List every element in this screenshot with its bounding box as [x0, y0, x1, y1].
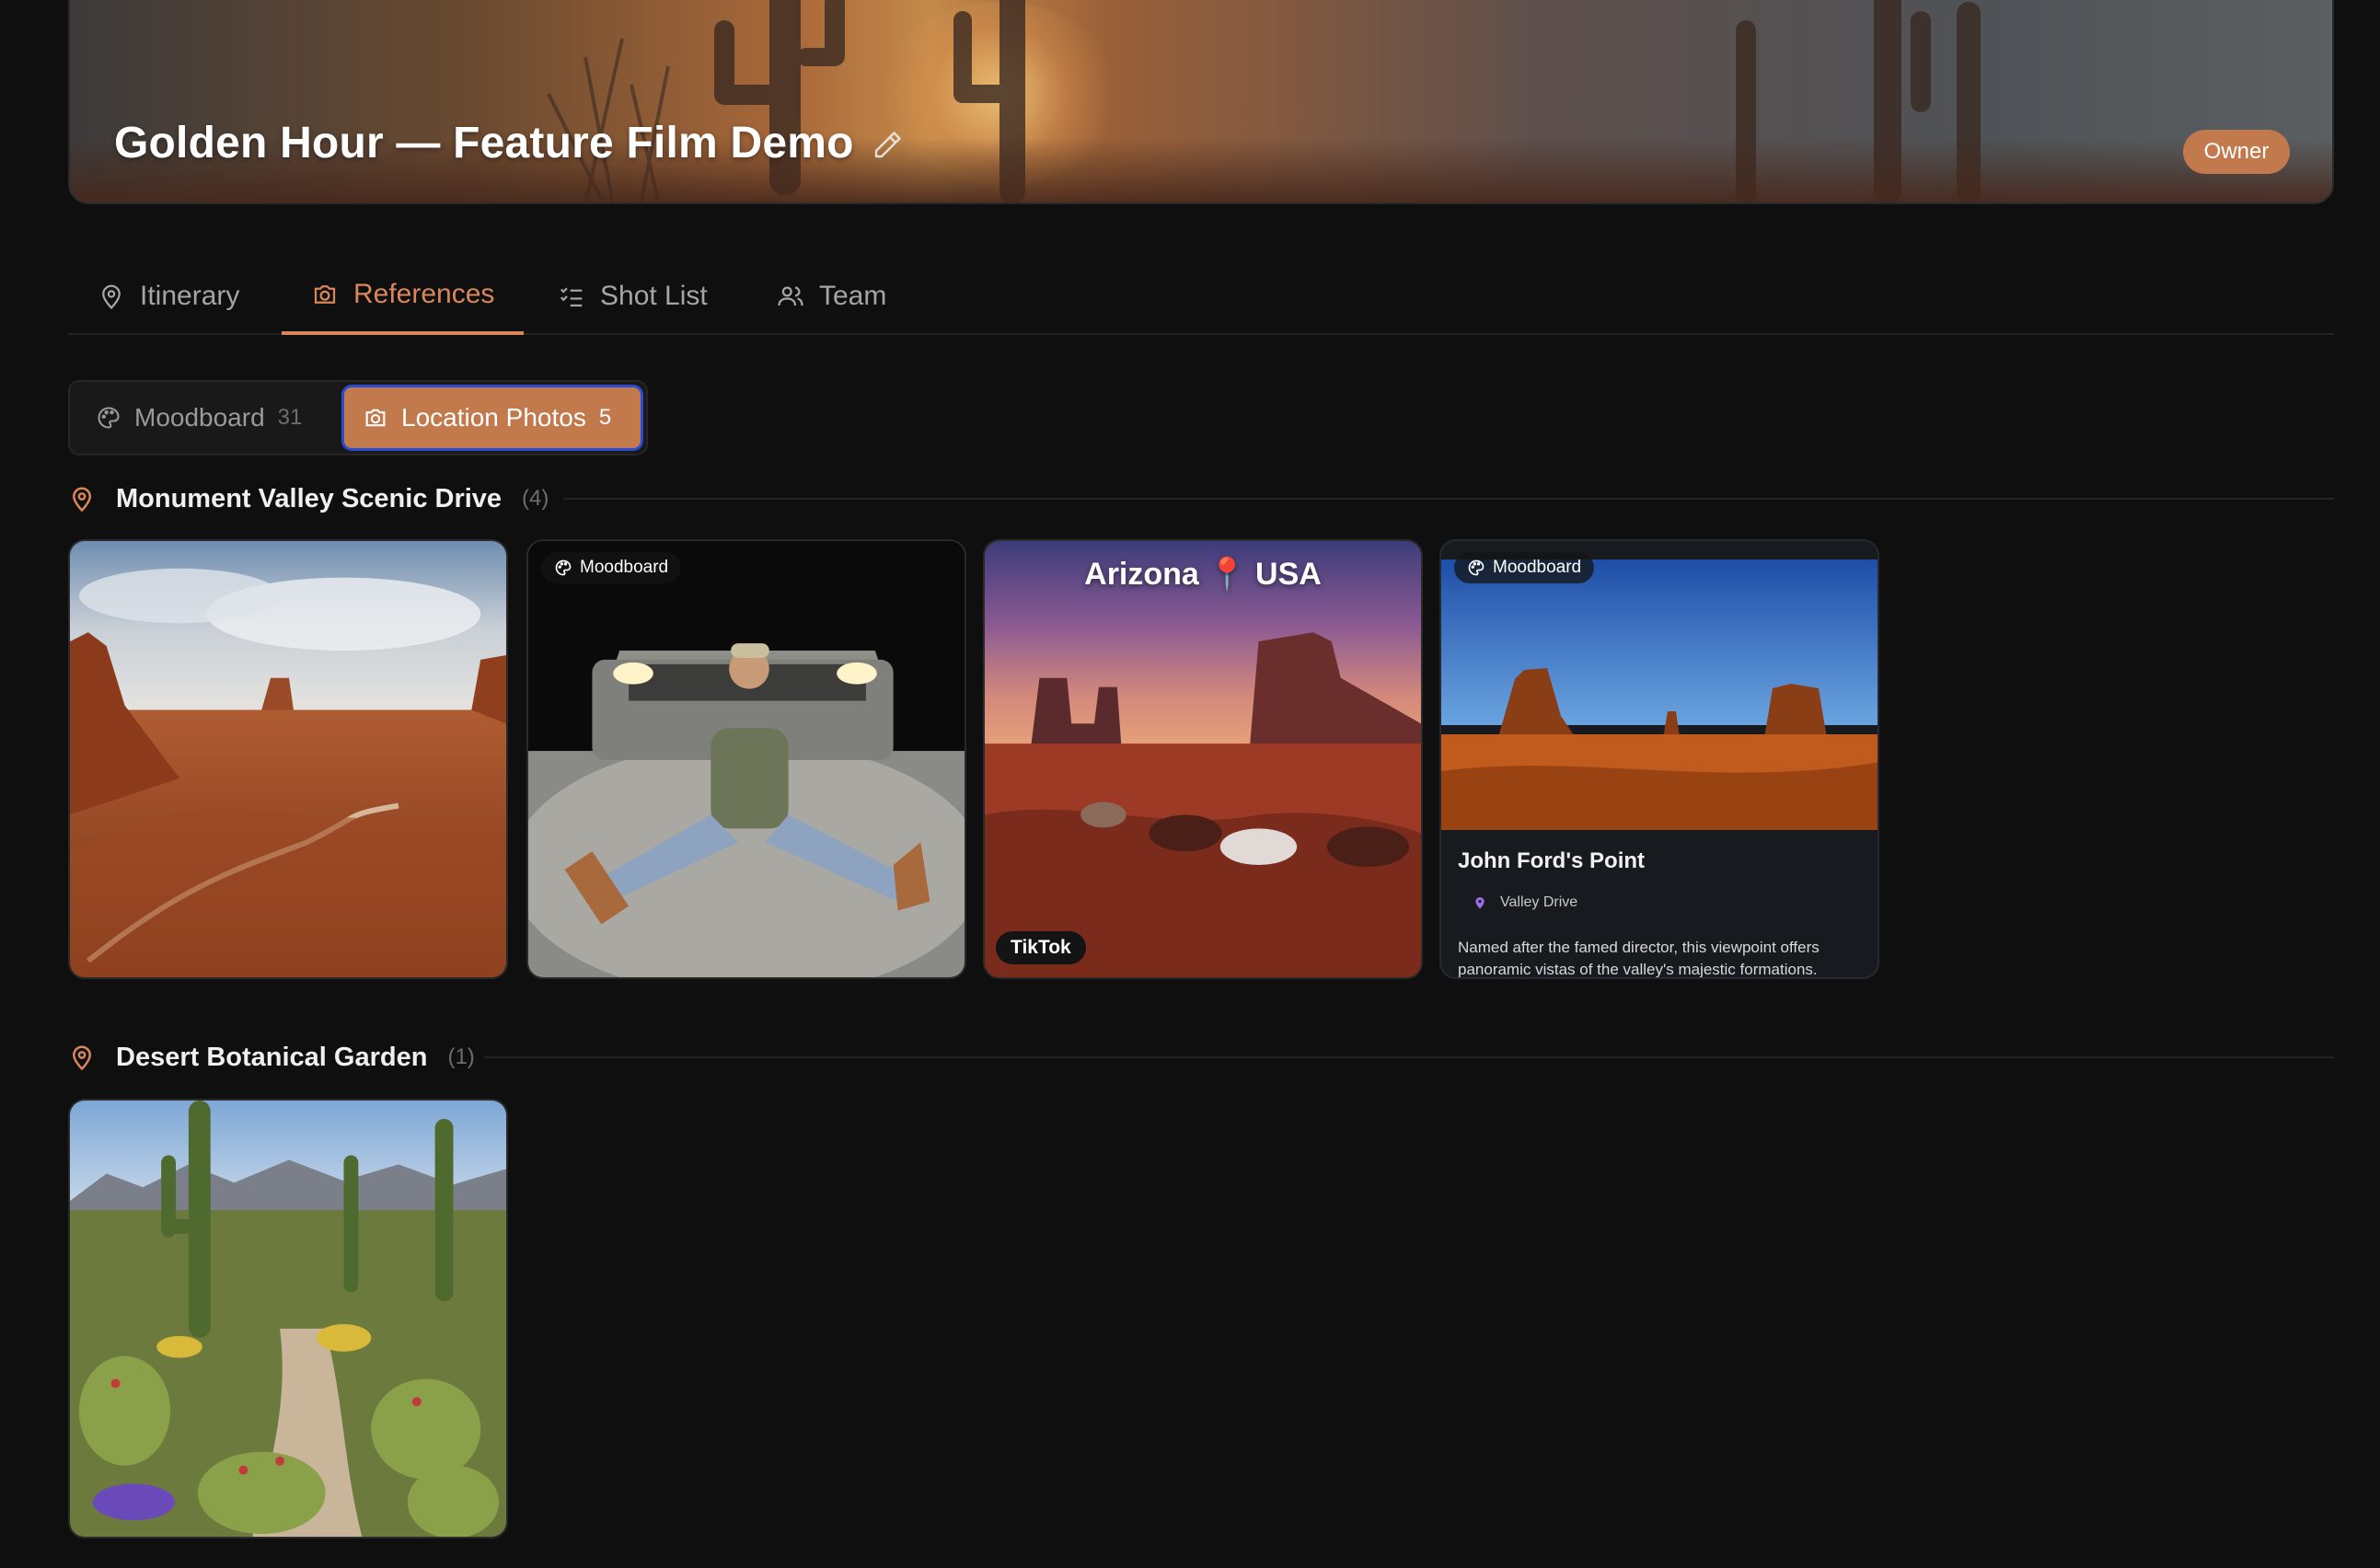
- map-pin-icon: [72, 487, 92, 513]
- location-photos-filter-label: Location Photos: [401, 403, 586, 432]
- monument-valley-photo: [1441, 559, 1877, 830]
- cactus-garden-photo: [70, 1101, 506, 1537]
- place-location: Valley Drive: [1473, 894, 1577, 911]
- palette-icon: [98, 407, 120, 429]
- checklist-icon: [560, 287, 583, 307]
- moodboard-tag-label: Moodboard: [1493, 558, 1582, 577]
- night-car-portrait-photo: [528, 541, 965, 977]
- tab-label: Shot List: [600, 281, 708, 311]
- project-hero-banner: [68, 0, 2334, 204]
- horses-sunset-photo: [985, 541, 1421, 977]
- tab-label: Itinerary: [140, 281, 240, 311]
- section-divider: [563, 498, 2334, 500]
- palette-icon: [1468, 559, 1485, 576]
- palette-icon: [555, 559, 572, 576]
- location-info-card[interactable]: Moodboard John Ford's Point Valley Drive…: [1439, 539, 1879, 979]
- tab-itinerary[interactable]: Itinerary: [68, 258, 269, 335]
- tab-team[interactable]: Team: [747, 258, 916, 335]
- desert-valley-photo: [70, 541, 506, 977]
- place-name: John Ford's Point: [1458, 848, 1646, 873]
- john-fords-point-photo: [1441, 559, 1877, 830]
- tab-label: References: [353, 279, 495, 309]
- edit-pencil-icon[interactable]: [871, 129, 904, 162]
- place-description: Named after the famed director, this vie…: [1458, 939, 1820, 978]
- map-pin-icon: [72, 1045, 92, 1071]
- moodboard-filter-label: Moodboard: [134, 403, 265, 432]
- moodboard-count: 31: [277, 405, 303, 430]
- tab-references[interactable]: References: [282, 258, 525, 335]
- moodboard-tag: Moodboard: [541, 552, 682, 583]
- camera-icon: [314, 285, 336, 304]
- users-icon: [778, 286, 803, 306]
- photo-overlay-text: Arizona 📍 USA: [1084, 557, 1322, 592]
- references-page: Golden Hour — Feature Film Demo Owner It…: [0, 0, 2380, 1568]
- location-photo-card[interactable]: Moodboard: [526, 539, 966, 979]
- project-tabs: Itinerary References Shot List Team: [68, 258, 2334, 335]
- place-location-label: Valley Drive: [1500, 894, 1578, 910]
- moodboard-tag: Moodboard: [1454, 552, 1595, 583]
- moodboard-tag-label: Moodboard: [580, 558, 669, 577]
- location-photos-count: 5: [598, 405, 612, 430]
- owner-badge: Owner: [2183, 130, 2290, 174]
- tiktok-source-badge: TikTok: [996, 931, 1086, 964]
- location-photo-card[interactable]: [68, 1099, 508, 1539]
- reference-type-filter: Moodboard 31 Location Photos 5: [68, 380, 648, 455]
- camera-icon: [365, 409, 386, 427]
- moodboard-filter-button[interactable]: Moodboard 31: [77, 387, 344, 448]
- location-photos-filter-button[interactable]: Location Photos 5: [344, 387, 641, 448]
- tab-label: Team: [819, 281, 887, 311]
- section-count: (1): [447, 1044, 475, 1069]
- section-count: (4): [522, 486, 549, 511]
- location-photo-card[interactable]: Arizona 📍 USA TikTok: [983, 539, 1423, 979]
- location-photo-card[interactable]: [68, 539, 508, 979]
- tab-shot-list[interactable]: Shot List: [528, 258, 737, 335]
- map-pin-icon: [102, 284, 121, 310]
- map-pin-icon: [1475, 897, 1485, 909]
- section-title: Desert Botanical Garden: [116, 1042, 428, 1072]
- section-header: Desert Botanical Garden (1): [68, 1034, 475, 1080]
- section-header: Monument Valley Scenic Drive (4): [68, 476, 549, 522]
- section-divider: [484, 1056, 2334, 1058]
- project-title: Golden Hour — Feature Film Demo: [114, 119, 854, 167]
- section-title: Monument Valley Scenic Drive: [116, 483, 503, 513]
